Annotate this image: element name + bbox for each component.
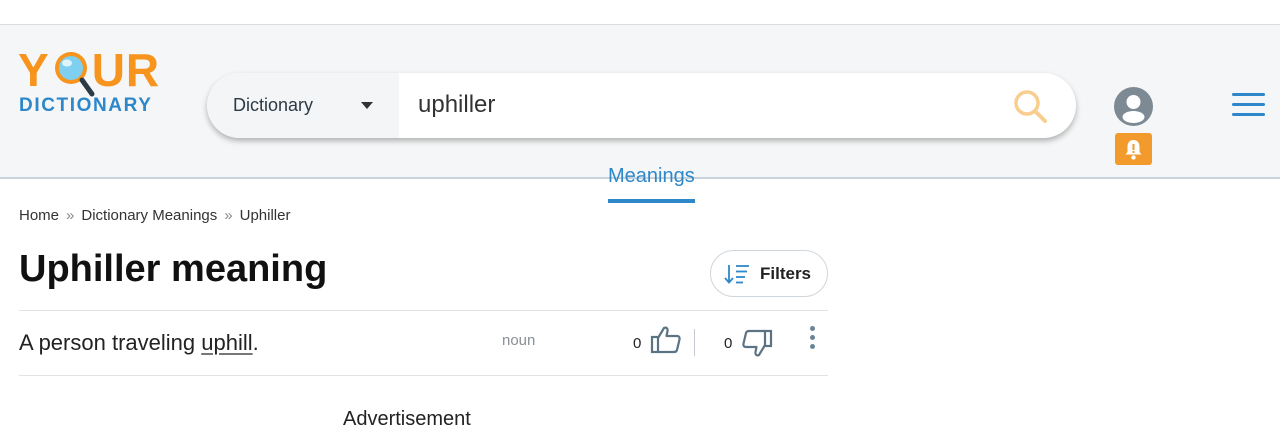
page-title: Uphiller meaning	[19, 246, 327, 292]
search-scope-label: Dictionary	[233, 95, 314, 115]
more-options-icon[interactable]	[806, 326, 818, 352]
search-input[interactable]	[418, 87, 998, 123]
logo-dictionary-text: DICTIONARY	[19, 95, 153, 116]
part-of-speech-label: noun	[502, 332, 536, 349]
thumbs-up-icon[interactable]	[650, 325, 682, 355]
definition-text: A person traveling uphill.	[19, 330, 259, 356]
hamburger-menu-icon[interactable]	[1232, 93, 1265, 119]
filters-button[interactable]: Filters	[710, 250, 828, 297]
breadcrumb-dictionary-meanings[interactable]: Dictionary Meanings	[81, 207, 217, 224]
tab-meanings[interactable]: Meanings	[608, 165, 695, 203]
sort-filter-icon	[724, 265, 749, 284]
breadcrumb-separator: »	[66, 207, 75, 224]
divider	[19, 310, 828, 311]
breadcrumb: Home » Dictionary Meanings » Uphiller	[19, 207, 290, 224]
notification-bell-button[interactable]	[1115, 133, 1152, 165]
browser-top-strip	[0, 0, 1280, 25]
search-scope-select[interactable]: Dictionary	[207, 73, 399, 138]
divider	[19, 375, 828, 376]
breadcrumb-separator: »	[224, 207, 233, 224]
caret-down-icon	[361, 102, 373, 109]
definition-link-uphill[interactable]: uphill	[201, 330, 252, 355]
bell-icon	[1125, 140, 1142, 160]
search-icon[interactable]	[1011, 87, 1051, 127]
downvote-count: 0	[724, 335, 733, 352]
user-avatar-icon[interactable]	[1113, 86, 1154, 127]
search-bar: Dictionary	[207, 73, 1076, 138]
vote-divider	[694, 329, 695, 356]
page-title-word: Uphiller	[19, 248, 161, 290]
page-title-suffix: meaning	[160, 248, 328, 290]
thumbs-down-icon[interactable]	[741, 328, 773, 358]
filters-label: Filters	[760, 264, 812, 283]
site-logo[interactable]: Y UR DICTIONARY	[18, 47, 178, 121]
site-header: Y UR DICTIONARY Dictionary uphiller Mean…	[0, 25, 1280, 203]
magnifier-logo-icon	[55, 52, 95, 97]
breadcrumb-home[interactable]: Home	[19, 207, 59, 224]
definition-text-start: A person traveling	[19, 330, 202, 355]
definition-text-end: .	[252, 330, 259, 355]
breadcrumb-current: Uphiller	[239, 207, 291, 224]
advertisement-label: Advertisement	[343, 408, 471, 430]
upvote-count: 0	[633, 335, 642, 352]
